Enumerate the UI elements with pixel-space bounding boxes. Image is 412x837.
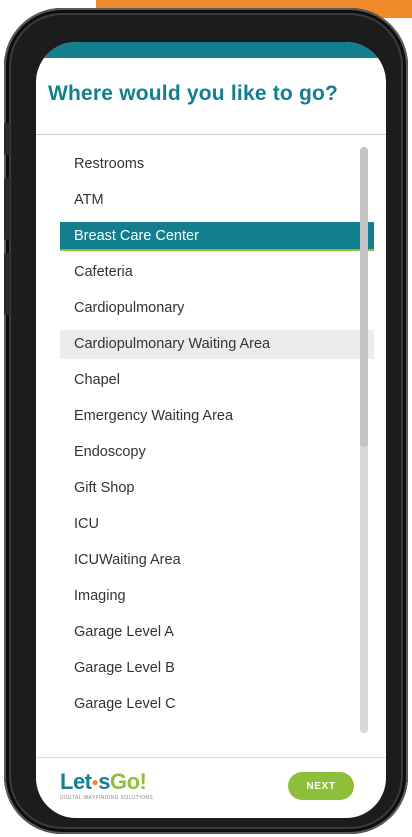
list-item[interactable]: Imaging <box>60 582 374 611</box>
list-item[interactable]: Emergency Waiting Area <box>60 402 374 431</box>
list-item[interactable]: Cafeteria <box>60 258 374 287</box>
footer-bar: Let●sGo! DIGITAL WAYFINDING SOLUTIONS NE… <box>36 757 386 818</box>
list-item[interactable]: Chapel <box>60 366 374 395</box>
logo-s: s <box>98 769 110 794</box>
scrollbar[interactable] <box>360 147 368 733</box>
phone-side-button <box>4 253 10 315</box>
list-item[interactable]: ICU <box>60 510 374 539</box>
list-item[interactable]: Garage Level A <box>60 618 374 647</box>
list-item[interactable]: Cardiopulmonary <box>60 294 374 323</box>
list-item[interactable]: ATM <box>60 186 374 215</box>
list-item[interactable]: Garage Level C <box>60 690 374 719</box>
list-item[interactable]: Gift Shop <box>60 474 374 503</box>
list-item[interactable]: Breast Care Center <box>60 222 374 251</box>
app-screen: Where would you like to go? Restrooms ATM… <box>36 42 386 818</box>
list-item[interactable]: ICUWaiting Area <box>60 546 374 575</box>
letsgo-logo: Let●sGo! DIGITAL WAYFINDING SOLUTIONS <box>60 769 154 802</box>
logo-tagline: DIGITAL WAYFINDING SOLUTIONS <box>60 795 154 801</box>
destination-list: Restrooms ATM Breast Care Center Cafeteria C… <box>36 135 386 719</box>
logo-go: Go! <box>110 769 147 794</box>
list-item[interactable]: Cardiopulmonary Waiting Area <box>60 330 374 359</box>
next-button[interactable]: NEXT <box>288 772 354 800</box>
list-item[interactable]: Restrooms <box>60 150 374 179</box>
phone-frame: Where would you like to go? Restrooms ATM… <box>4 8 408 834</box>
list-item[interactable]: Endoscopy <box>60 438 374 467</box>
phone-side-button <box>4 178 10 240</box>
top-accent-bar <box>36 42 386 58</box>
page-title: Where would you like to go? <box>48 82 339 105</box>
scrollbar-thumb[interactable] <box>360 147 368 447</box>
logo-lets: Let <box>60 769 92 794</box>
phone-side-button <box>4 123 10 155</box>
destination-list-area: Restrooms ATM Breast Care Center Cafeteria C… <box>36 135 386 761</box>
list-item[interactable]: Garage Level B <box>60 654 374 683</box>
